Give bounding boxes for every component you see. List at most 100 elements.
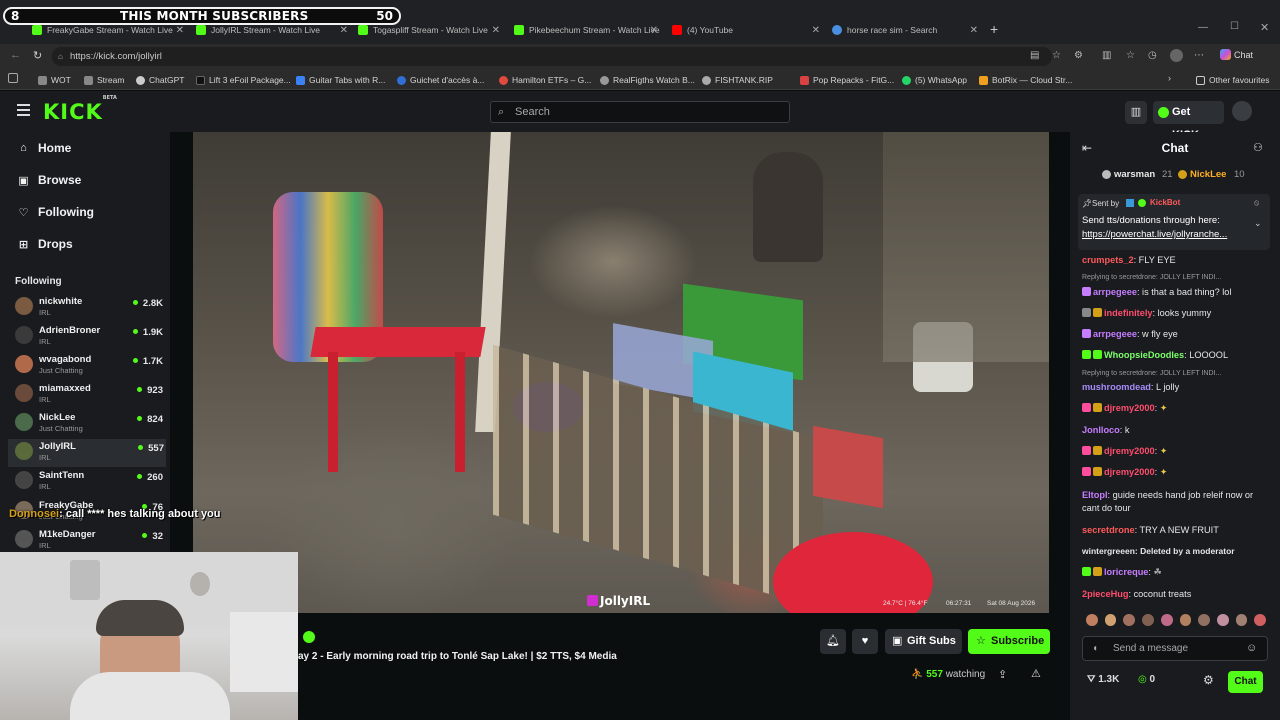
pinned-link[interactable]: https://powerchat.live/jollyranche... [1082,229,1227,240]
follow-heart-icon[interactable]: ♥ [852,629,878,654]
more-icon[interactable]: ⋯ [1194,50,1204,61]
reader-icon[interactable]: ▤ [1030,50,1039,61]
bookmark-fishtank[interactable]: FISHTANK.RIP [702,73,773,87]
chat-users-icon[interactable]: ⚇ [1253,141,1263,154]
refresh-icon[interactable]: ↻ [33,49,42,62]
chat-settings-gear-icon[interactable]: ⚙ [1203,673,1214,687]
channel-item-m1kedanger[interactable]: M1keDanger IRL 32 [15,527,165,555]
channel-item-jollyirl[interactable]: JollyIRL IRL 557 [8,439,166,467]
emote-icon[interactable] [1160,614,1173,626]
bookmark-wot[interactable]: WOT [38,73,71,87]
nav-drops[interactable]: ⊞ Drops [18,237,73,251]
chat-username[interactable]: mushroomdead [1082,382,1151,392]
kick-logo[interactable]: KICKBETA [43,95,117,124]
bookmark-realfigths[interactable]: RealFigths Watch B... [600,73,695,87]
close-icon[interactable]: ✕ [340,25,348,36]
other-favourites[interactable]: Other favourites [1196,73,1269,87]
nav-browse[interactable]: ▣ Browse [18,173,81,187]
channel-item-miamaxxed[interactable]: miamaxxed IRL 923 [15,381,165,409]
points-balance[interactable]: ◎ 0 [1138,674,1155,685]
site-info-icon[interactable]: ⌂ [58,47,63,66]
tab-pikebeechum[interactable]: Pikebeechum Stream - Watch Live ✕ [508,19,660,41]
chat-username[interactable]: indefinitely [1104,308,1153,318]
emoji-icon[interactable]: ☺ [1246,637,1257,660]
bookmark-pop-repacks[interactable]: Pop Repacks - FitG... [800,73,894,87]
chat-username[interactable]: arrpegeee [1093,329,1137,339]
hamburger-menu-icon[interactable] [17,104,30,116]
channel-item-nickwhite[interactable]: nickwhite IRL 2.8K [15,294,165,322]
get-kicks-button[interactable]: Get KICKs [1153,101,1224,141]
chat-username[interactable]: djremy2000 [1104,467,1155,477]
chat-username[interactable]: Jonlloco [1082,425,1120,435]
close-icon[interactable]: ✕ [492,25,500,36]
search-input[interactable]: ⌕ Search [490,101,790,123]
emote-icon[interactable] [1198,614,1210,626]
nav-following[interactable]: ♡ Following [18,205,94,219]
maximize-icon[interactable]: ☐ [1230,21,1239,32]
video-player[interactable]: JollyIRL 24.7°C | 76.4°F 06:27:31 Sat 08… [193,132,1049,613]
channel-item-nicklee[interactable]: NickLee Just Chatting 824 [15,410,165,438]
send-chat-button[interactable]: Chat [1228,671,1263,693]
chevron-right-icon[interactable]: › [1168,73,1171,83]
chat-username[interactable]: djremy2000 [1104,403,1155,413]
channel-item-adrienbroner[interactable]: AdrienBroner IRL 1.9K [15,323,165,351]
emote-icon[interactable] [1254,614,1267,626]
tab-youtube[interactable]: (4) YouTube ✕ [666,19,822,41]
history-icon[interactable]: ◷ [1148,50,1157,61]
bookmark-hamilton[interactable]: Hamilton ETFs – G... [499,73,591,87]
emote-icon[interactable] [1216,614,1229,626]
profile-avatar[interactable] [1170,49,1183,62]
favorites-icon[interactable]: ☆ [1126,50,1135,61]
report-icon[interactable]: ⚠ [1031,667,1041,680]
tab-actions-icon[interactable] [8,73,18,83]
chat-username[interactable]: loricreque [1104,567,1148,577]
bookmark-whatsapp[interactable]: (5) WhatsApp [902,73,967,87]
chat-username[interactable]: djremy2000 [1104,446,1155,456]
chat-username[interactable]: 2pieceHug [1082,589,1128,599]
favorite-star-icon[interactable]: ☆ [1052,50,1061,61]
channel-item-sainttenn[interactable]: SaintTenn IRL 260 [15,468,165,496]
chevron-down-icon[interactable]: ⌄ [1254,218,1262,229]
chat-username[interactable]: wintergreeen [1082,546,1135,556]
bookmark-chatgpt[interactable]: ChatGPT [136,73,184,87]
emote-icon[interactable] [1104,614,1117,626]
chat-username[interactable]: crumpets_2 [1082,255,1134,265]
share-icon[interactable]: ⇪ [998,668,1007,681]
close-icon[interactable]: ✕ [812,25,820,36]
unpin-icon[interactable]: ⦸ [1254,198,1259,208]
copilot-chat-button[interactable]: Chat [1220,49,1253,60]
close-icon[interactable]: ✕ [970,25,978,36]
channel-item-wvagabond[interactable]: wvagabond Just Chatting 1.7K [15,352,165,380]
window-close-icon[interactable]: ✕ [1260,21,1269,34]
layout-toggle-icon[interactable]: ▥ [1125,101,1147,124]
extensions-icon[interactable]: ⚙ [1074,50,1083,61]
user-avatar[interactable] [1232,101,1252,121]
nav-home[interactable]: ⌂ Home [18,141,71,155]
chat-username[interactable]: secretdrone [1082,525,1135,535]
subscribe-button[interactable]: ☆ Subscribe [968,629,1050,654]
notifications-bell-icon[interactable]: 🔔︎ [820,629,846,654]
chat-username[interactable]: Eltopl [1082,490,1108,500]
chat-message-input[interactable]: ◖ Send a message ☺ [1082,636,1268,661]
url-input[interactable]: ⌂ https://kick.com/jollyirl [52,47,1052,66]
emote-icon[interactable] [1179,614,1192,626]
bookmark-lift[interactable]: Lift 3 eFoil Package... [196,73,291,87]
kicks-balance[interactable]: ⛛ 1.3K [1087,674,1119,685]
pinned-message[interactable]: 📌︎ Sent by KickBot ⦸ Send tts/donations … [1078,194,1270,250]
emote-icon[interactable] [1142,614,1154,626]
bookmark-stream[interactable]: Stream [84,73,124,87]
new-tab-icon[interactable]: + [990,21,998,37]
bookmark-guichet[interactable]: Guichet d'accès à... [397,73,484,87]
emote-icon[interactable] [1235,614,1248,626]
split-screen-icon[interactable]: ▥ [1102,50,1111,61]
emote-icon[interactable] [1086,614,1098,626]
close-icon[interactable]: ✕ [176,25,184,36]
minimize-icon[interactable]: — [1198,22,1208,33]
emote-icon[interactable] [1123,614,1136,626]
tab-search[interactable]: horse race sim - Search ✕ [826,19,980,41]
bookmark-guitar-tabs[interactable]: Guitar Tabs with R... [296,73,385,87]
bookmark-botrix[interactable]: BotRix — Cloud Str... [979,73,1072,87]
chat-username[interactable]: arrpegeee [1093,287,1137,297]
close-icon[interactable]: ✕ [650,25,658,36]
chat-username[interactable]: WhoopsieDoodles [1104,350,1184,360]
